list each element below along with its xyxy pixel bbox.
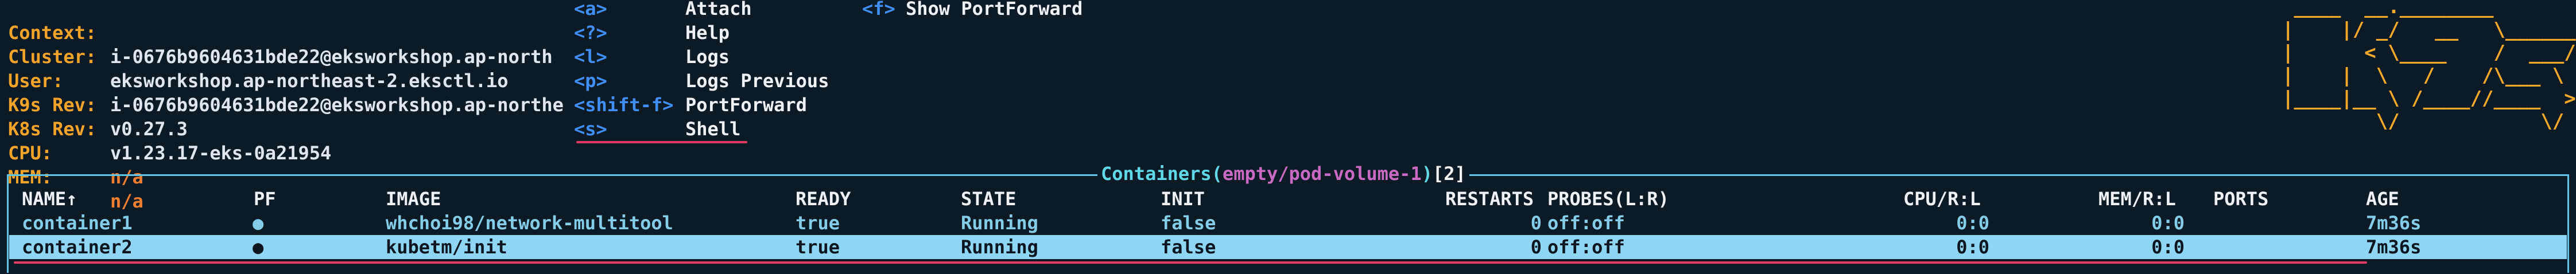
cell-mem: 0:0: [2151, 236, 2185, 258]
cell-state: Running: [961, 212, 1038, 234]
shortcut-key: <shift-f>: [574, 94, 674, 116]
shortcut-label: Logs Previous: [685, 70, 829, 92]
table-title-open: (: [1211, 163, 1223, 185]
k9s-rev-row: K9s Rev: v0.27.3: [8, 69, 188, 140]
table-header: NAME↑ PF IMAGE READY STATE INIT RESTARTS…: [9, 187, 2567, 211]
mem-row: MEM: n/a: [8, 141, 143, 212]
cpu-row: CPU: n/a: [8, 117, 143, 188]
shell-highlight-underline: [576, 141, 747, 143]
column-header-ports[interactable]: PORTS: [2213, 187, 2268, 211]
user-value: i-0676b9604631bde22@eksworkshop.ap-north…: [110, 94, 564, 116]
shortcut-label: Attach: [685, 0, 752, 19]
column-header-name[interactable]: NAME↑: [22, 187, 77, 211]
table-title-scope: empty/pod-volume-1: [1222, 163, 1422, 185]
k8s-rev-value: v1.23.17-eks-0a21954: [110, 142, 332, 164]
shortcut-label: Help: [685, 22, 730, 44]
shortcut-key: <a>: [574, 0, 607, 19]
shortcut-key: <?>: [574, 22, 607, 44]
cell-pf: ●: [253, 212, 264, 234]
cell-cpu: 0:0: [1956, 212, 1989, 234]
cpu-value: n/a: [110, 166, 143, 188]
column-header-pf[interactable]: PF: [254, 187, 276, 211]
mem-label: MEM:: [8, 166, 53, 188]
cell-init: false: [1161, 236, 1216, 258]
column-header-mem[interactable]: MEM/R:L: [2098, 187, 2176, 211]
cluster-value: eksworkshop.ap-northeast-2.eksctl.io: [110, 70, 509, 92]
cell-age: 7m36s: [2366, 236, 2422, 258]
table-frame-right: [2567, 174, 2569, 273]
cell-name: container1: [22, 212, 133, 234]
cell-cpu: 0:0: [1956, 236, 1989, 258]
table-row-selected[interactable]: container2 ● kubetm/init true Running fa…: [9, 235, 2567, 259]
cell-init: false: [1161, 212, 1216, 234]
table-title-close: ): [1421, 163, 1433, 185]
table-row[interactable]: container1 ● whchoi98/network-multitool …: [9, 211, 2567, 235]
table-title: Containers(empty/pod-volume-1)[2]: [1097, 162, 1469, 186]
shortcut-key: <p>: [574, 70, 607, 92]
k8s-rev-row: K8s Rev: v1.23.17-eks-0a21954: [8, 93, 331, 164]
cell-ready: true: [796, 212, 840, 234]
column-header-image[interactable]: IMAGE: [386, 187, 441, 211]
shortcut-label: Show PortForward: [906, 0, 1083, 19]
shortcut-key: <l>: [574, 46, 607, 68]
cell-image: kubetm/init: [386, 236, 507, 258]
cell-mem: 0:0: [2151, 212, 2185, 234]
cell-probes: off:off: [1547, 212, 1625, 234]
cell-probes: off:off: [1547, 236, 1625, 258]
user-row: User: i-0676b9604631bde22@eksworkshop.ap…: [8, 45, 564, 116]
table-title-count: [2]: [1432, 163, 1466, 185]
cell-image: whchoi98/network-multitool: [386, 212, 673, 234]
column-header-probes[interactable]: PROBES(L:R): [1547, 187, 1669, 211]
context-row: Context: i-0676b9604631bde22@eksworkshop…: [8, 0, 553, 68]
column-header-ready[interactable]: READY: [796, 187, 851, 211]
shortcut-key: <s>: [574, 118, 607, 140]
cluster-row: Cluster: eksworkshop.ap-northeast-2.eksc…: [8, 21, 509, 92]
cell-state: Running: [961, 236, 1038, 258]
column-header-state[interactable]: STATE: [961, 187, 1016, 211]
cell-pf: ●: [253, 236, 264, 258]
k9s-logo: ____ __.________ | |/ _/ __ \______ | < …: [2282, 0, 2576, 133]
column-header-age[interactable]: AGE: [2366, 187, 2399, 211]
shortcut-label: Shell: [685, 118, 741, 140]
shortcut-key: <f>: [862, 0, 895, 19]
cell-name: container2: [22, 236, 133, 258]
cell-restarts: 0: [1530, 236, 1542, 258]
cell-ready: true: [796, 236, 840, 258]
shortcut-label: Logs: [685, 46, 730, 68]
shortcut-label: PortForward: [685, 94, 807, 116]
column-header-cpu[interactable]: CPU/R:L: [1903, 187, 1981, 211]
k9s-rev-value: v0.27.3: [110, 118, 188, 140]
table-title-resource: Containers: [1101, 163, 1212, 185]
table-frame-left: [7, 174, 9, 273]
column-header-init[interactable]: INIT: [1161, 187, 1205, 211]
selected-row-underline: [14, 261, 2367, 264]
context-value: i-0676b9604631bde22@eksworkshop.ap-north: [110, 46, 553, 68]
column-header-restarts[interactable]: RESTARTS: [1445, 187, 1534, 211]
cell-restarts: 0: [1530, 212, 1542, 234]
cell-age: 7m36s: [2366, 212, 2422, 234]
